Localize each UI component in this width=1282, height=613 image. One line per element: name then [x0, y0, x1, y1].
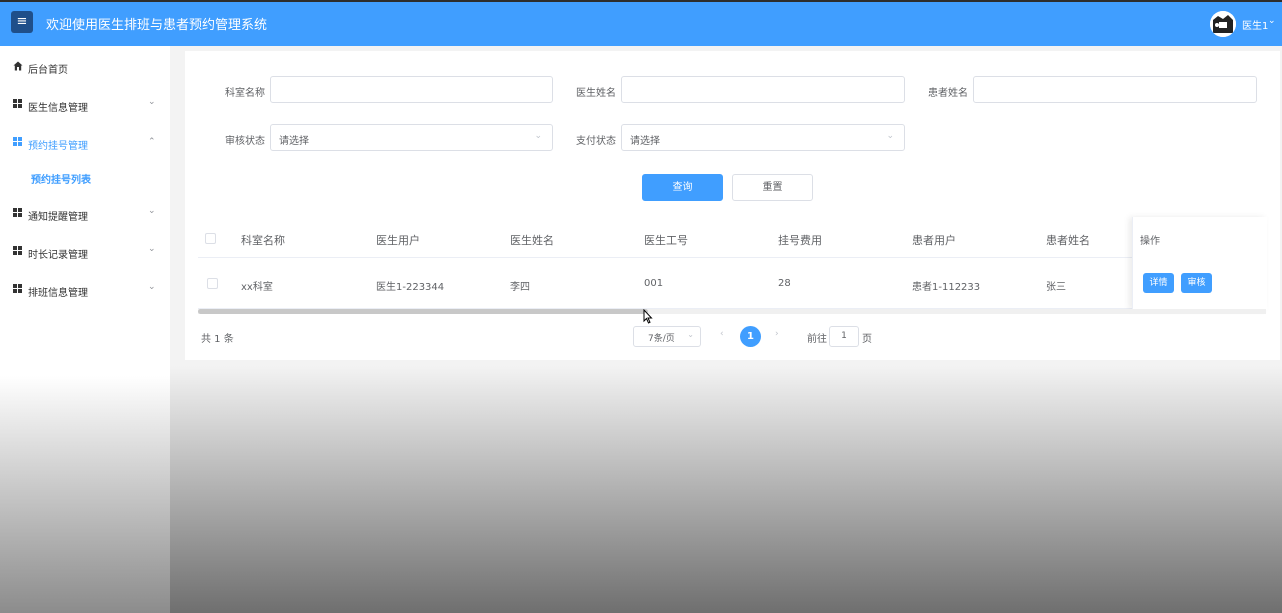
pay-status-select[interactable]: 请选择 ⌄: [621, 124, 905, 151]
sidebar-item-label: 后台首页: [28, 65, 68, 76]
operation-header: 操作: [1140, 236, 1160, 247]
sidebar-item-doctor-info[interactable]: 医生信息管理 ⌄: [0, 96, 170, 116]
goto-page-input[interactable]: 1: [829, 326, 859, 347]
patient-name-input[interactable]: [973, 76, 1257, 103]
reset-button[interactable]: 重置: [732, 174, 813, 201]
sidebar-item-label: 预约挂号管理: [28, 141, 88, 152]
chevron-down-icon: ⌄: [886, 131, 894, 141]
horizontal-scrollbar-thumb[interactable]: [198, 309, 648, 314]
chevron-down-icon: ⌄: [534, 131, 542, 141]
page-size-select[interactable]: 7条/页 ⌄: [633, 326, 701, 347]
user-name[interactable]: 医生1: [1242, 17, 1268, 32]
fixed-operation-column: [1132, 217, 1267, 310]
table-cell: 28: [778, 278, 791, 289]
audit-button[interactable]: 审核: [1181, 273, 1212, 293]
dept-input[interactable]: [270, 76, 553, 103]
avatar-image: [1210, 11, 1236, 37]
pay-status-label: 支付状态: [576, 136, 616, 147]
grid-icon: [13, 208, 23, 218]
chevron-down-icon: ⌄: [148, 282, 156, 292]
column-header: 患者用户: [912, 234, 956, 247]
sidebar-item-label: 时长记录管理: [28, 250, 88, 261]
chevron-down-icon: ⌄: [148, 206, 156, 216]
sidebar: [0, 46, 170, 613]
grid-icon: [13, 284, 23, 294]
column-header: 医生工号: [644, 234, 688, 247]
doctor-name-input[interactable]: [621, 76, 905, 103]
top-header: ≡ 欢迎使用医生排班与患者预约管理系统 医生1 ⌄: [0, 0, 1282, 46]
sidebar-item-label: 医生信息管理: [28, 103, 88, 114]
next-page-icon[interactable]: ›: [775, 329, 779, 339]
column-header: 患者姓名: [1046, 234, 1090, 247]
sidebar-item-label: 排班信息管理: [28, 288, 88, 299]
column-header: 挂号费用: [778, 234, 822, 247]
goto-prefix: 前往: [807, 334, 827, 345]
dept-label: 科室名称: [225, 88, 265, 99]
pay-status-placeholder: 请选择: [630, 136, 660, 147]
chevron-down-icon: ⌄: [148, 97, 156, 107]
patient-name-label: 患者姓名: [928, 88, 968, 99]
sidebar-item-duration[interactable]: 时长记录管理 ⌄: [0, 243, 170, 263]
home-icon: [13, 61, 23, 71]
sidebar-item-label: 通知提醒管理: [28, 212, 88, 223]
detail-button[interactable]: 详情: [1143, 273, 1174, 293]
sidebar-item-schedule[interactable]: 排班信息管理 ⌄: [0, 281, 170, 301]
audit-status-label: 审核状态: [225, 136, 265, 147]
grid-icon: [13, 246, 23, 256]
select-all-checkbox[interactable]: [205, 233, 216, 244]
sidebar-item-appointment[interactable]: 预约挂号管理 ⌃: [0, 134, 170, 154]
table-cell: 张三: [1046, 282, 1066, 293]
table-cell: 患者1-112233: [912, 282, 981, 293]
column-header: 科室名称: [241, 234, 285, 247]
doctor-name-label: 医生姓名: [576, 88, 616, 99]
table-cell: xx科室: [241, 282, 273, 293]
chevron-down-icon: ⌄: [148, 244, 156, 254]
column-header: 医生用户: [376, 234, 420, 247]
page-size-value: 7条/页: [648, 334, 675, 344]
sidebar-item-home[interactable]: 后台首页: [0, 58, 170, 78]
table-cell: 李四: [510, 282, 530, 293]
page-number-current[interactable]: 1: [740, 326, 761, 347]
app-title: 欢迎使用医生排班与患者预约管理系统: [46, 18, 268, 33]
mouse-cursor-icon: [643, 309, 653, 324]
table-cell: 医生1-223344: [376, 282, 445, 293]
pagination-total: 共 1 条: [201, 334, 234, 345]
avatar[interactable]: [1210, 11, 1236, 37]
sidebar-item-notification[interactable]: 通知提醒管理 ⌄: [0, 205, 170, 225]
table-cell: 001: [644, 278, 664, 289]
chevron-down-icon: ⌄: [687, 330, 694, 339]
grid-icon: [13, 99, 23, 109]
audit-status-select[interactable]: 请选择 ⌄: [270, 124, 553, 151]
sidebar-subitem-appointment-list[interactable]: 预约挂号列表: [31, 171, 91, 186]
hamburger-icon[interactable]: ≡: [11, 11, 33, 33]
chevron-up-icon: ⌃: [148, 137, 156, 147]
grid-icon: [13, 137, 23, 147]
table-header-divider: [198, 257, 1266, 258]
prev-page-icon[interactable]: ‹: [720, 329, 724, 339]
chevron-down-icon[interactable]: ⌄: [1268, 16, 1276, 26]
row-checkbox[interactable]: [207, 278, 218, 289]
query-button[interactable]: 查询: [642, 174, 723, 201]
column-header: 医生姓名: [510, 234, 554, 247]
goto-suffix: 页: [862, 334, 872, 345]
audit-status-placeholder: 请选择: [279, 136, 309, 147]
